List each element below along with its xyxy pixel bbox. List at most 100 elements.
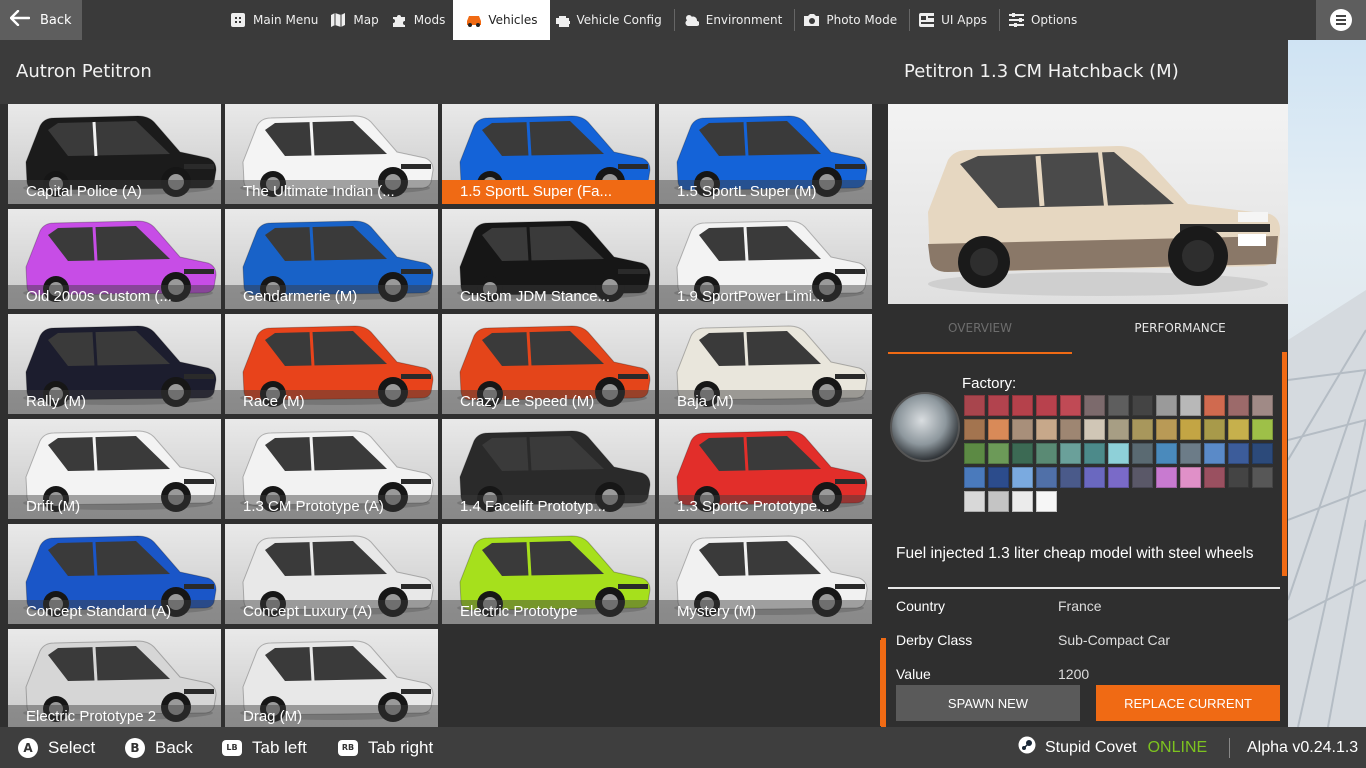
paint-swatch[interactable] [1252, 467, 1273, 488]
tab-overview[interactable]: OVERVIEW [888, 312, 1072, 354]
tab-vehicles[interactable]: Vehicles [453, 0, 550, 40]
hint-select[interactable]: A Select [18, 727, 95, 768]
paint-swatch[interactable] [1252, 395, 1273, 416]
paint-swatch[interactable] [1108, 395, 1129, 416]
paint-swatch[interactable] [1108, 467, 1129, 488]
config-tile[interactable]: Concept Standard (A) [8, 524, 221, 624]
hint-back[interactable]: B Back [125, 727, 193, 768]
paint-swatch[interactable] [964, 467, 985, 488]
menu-button[interactable] [1316, 0, 1366, 40]
config-tile[interactable]: 1.3 SportC Prototype... [659, 419, 872, 519]
config-tile[interactable]: Electric Prototype [442, 524, 655, 624]
paint-swatch[interactable] [1204, 443, 1225, 464]
hint-tab-left[interactable]: LB Tab left [222, 727, 307, 768]
back-button[interactable]: Back [0, 0, 82, 40]
tab-environment[interactable]: Environment [679, 0, 791, 40]
paint-swatch[interactable] [988, 395, 1009, 416]
config-tile[interactable]: Rally (M) [8, 314, 221, 414]
tab-map[interactable]: Map [326, 0, 386, 40]
paint-swatch[interactable] [1012, 443, 1033, 464]
config-tile[interactable]: 1.4 Facelift Prototyp... [442, 419, 655, 519]
tab-photo-mode[interactable]: Photo Mode [799, 0, 905, 40]
paint-swatch[interactable] [1036, 467, 1057, 488]
paint-swatch[interactable] [1156, 395, 1177, 416]
config-tile[interactable]: Concept Luxury (A) [225, 524, 438, 624]
paint-swatch[interactable] [1204, 467, 1225, 488]
paint-swatch[interactable] [1012, 419, 1033, 440]
config-tile[interactable]: Drift (M) [8, 419, 221, 519]
paint-swatch[interactable] [1084, 395, 1105, 416]
config-tile[interactable]: The Ultimate Indian (... [225, 104, 438, 204]
paint-swatch[interactable] [1132, 443, 1153, 464]
replace-current-button[interactable]: REPLACE CURRENT [1096, 685, 1280, 721]
paint-swatch[interactable] [1060, 467, 1081, 488]
paint-swatch[interactable] [1156, 419, 1177, 440]
paint-swatch[interactable] [988, 467, 1009, 488]
paint-swatch[interactable] [1252, 443, 1273, 464]
paint-swatch[interactable] [964, 443, 985, 464]
paint-swatch[interactable] [988, 443, 1009, 464]
paint-swatch[interactable] [988, 491, 1009, 512]
paint-swatch[interactable] [1060, 443, 1081, 464]
paint-swatch[interactable] [1180, 443, 1201, 464]
config-tile[interactable]: Old 2000s Custom (... [8, 209, 221, 309]
paint-swatch[interactable] [1060, 395, 1081, 416]
paint-swatch[interactable] [1180, 467, 1201, 488]
paint-swatch[interactable] [1132, 395, 1153, 416]
paint-swatch[interactable] [1156, 443, 1177, 464]
paint-swatch[interactable] [1060, 419, 1081, 440]
paint-swatch[interactable] [1012, 395, 1033, 416]
config-tile[interactable]: 1.5 SportL Super (M) [659, 104, 872, 204]
config-tile[interactable]: Mystery (M) [659, 524, 872, 624]
info-scrollbar[interactable] [881, 638, 886, 727]
config-tile[interactable]: Race (M) [225, 314, 438, 414]
config-tile[interactable]: 1.9 SportPower Limi... [659, 209, 872, 309]
paint-swatch[interactable] [1084, 443, 1105, 464]
paint-swatch[interactable] [1036, 491, 1057, 512]
paint-swatch[interactable] [1108, 443, 1129, 464]
paint-swatch[interactable] [964, 491, 985, 512]
details-scrollbar[interactable] [1282, 352, 1287, 576]
paint-swatch[interactable] [1228, 395, 1249, 416]
paint-swatch[interactable] [1036, 395, 1057, 416]
paint-swatch[interactable] [1180, 395, 1201, 416]
config-tile[interactable]: Gendarmerie (M) [225, 209, 438, 309]
paint-swatch[interactable] [1252, 419, 1273, 440]
paint-swatch[interactable] [1228, 443, 1249, 464]
tab-vehicle-config[interactable]: Vehicle Config [550, 0, 670, 40]
config-tile[interactable]: Crazy Le Speed (M) [442, 314, 655, 414]
config-tile[interactable]: 1.3 CM Prototype (A) [225, 419, 438, 519]
config-tile[interactable]: Baja (M) [659, 314, 872, 414]
paint-swatch[interactable] [1132, 419, 1153, 440]
config-tile[interactable]: Capital Police (A) [8, 104, 221, 204]
user-status[interactable]: Stupid Covet ONLINE [1018, 727, 1207, 768]
paint-swatch[interactable] [1108, 419, 1129, 440]
paint-swatch[interactable] [1036, 443, 1057, 464]
paint-preview-sphere[interactable] [890, 392, 960, 462]
paint-swatch[interactable] [988, 419, 1009, 440]
config-tile[interactable]: Custom JDM Stance... [442, 209, 655, 309]
tab-options[interactable]: Options [1004, 0, 1085, 40]
paint-swatch[interactable] [1084, 419, 1105, 440]
paint-swatch[interactable] [1228, 419, 1249, 440]
paint-swatch[interactable] [1132, 467, 1153, 488]
paint-swatch[interactable] [1012, 491, 1033, 512]
config-tile[interactable]: Drag (M) [225, 629, 438, 729]
paint-swatch[interactable] [964, 419, 985, 440]
hint-tab-right[interactable]: RB Tab right [338, 727, 433, 768]
paint-swatch[interactable] [1084, 467, 1105, 488]
tab-mods[interactable]: Mods [387, 0, 454, 40]
paint-swatch[interactable] [1228, 467, 1249, 488]
config-tile[interactable]: Electric Prototype 2 [8, 629, 221, 729]
tab-performance[interactable]: PERFORMANCE [1088, 312, 1272, 352]
paint-swatch[interactable] [1036, 419, 1057, 440]
paint-swatch[interactable] [1180, 419, 1201, 440]
paint-swatch[interactable] [1204, 395, 1225, 416]
paint-swatch[interactable] [1156, 467, 1177, 488]
tab-ui-apps[interactable]: UI Apps [914, 0, 995, 40]
tab-main-menu[interactable]: Main Menu [226, 0, 326, 40]
spawn-new-button[interactable]: SPAWN NEW [896, 685, 1080, 721]
paint-swatch[interactable] [964, 395, 985, 416]
paint-swatch[interactable] [1012, 467, 1033, 488]
paint-swatch[interactable] [1204, 419, 1225, 440]
